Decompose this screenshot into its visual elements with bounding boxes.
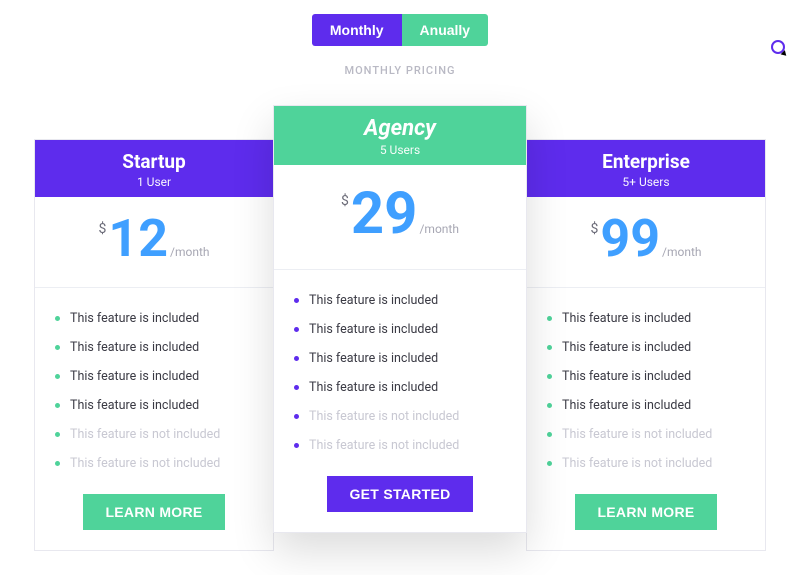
bullet-icon <box>547 461 552 466</box>
plan-users: 5 Users <box>274 143 526 157</box>
learn-more-button[interactable]: LEARN MORE <box>575 494 716 530</box>
list-item: This feature is included <box>294 344 506 373</box>
list-item: This feature is included <box>55 304 253 333</box>
price-currency: $ <box>341 193 349 209</box>
bullet-icon <box>294 385 299 390</box>
feature-text: This feature is included <box>70 369 199 384</box>
price-period: /month <box>419 222 458 236</box>
cta-wrap: LEARN MORE <box>35 484 273 550</box>
feature-text: This feature is included <box>562 398 691 413</box>
bullet-icon <box>294 443 299 448</box>
bullet-icon <box>547 374 552 379</box>
feature-text: This feature is included <box>309 322 438 337</box>
bullet-icon <box>55 432 60 437</box>
toggle-annually[interactable]: Anually <box>402 14 489 46</box>
list-item: This feature is included <box>547 391 745 420</box>
feature-text: This feature is included <box>70 340 199 355</box>
list-item: This feature is included <box>547 333 745 362</box>
bullet-icon <box>55 374 60 379</box>
price-currency: $ <box>98 221 106 237</box>
feature-list: This feature is included This feature is… <box>274 270 526 466</box>
bullet-icon <box>547 345 552 350</box>
list-item: This feature is not included <box>547 449 745 478</box>
plan-price: $12/month <box>35 197 273 288</box>
list-item: This feature is included <box>294 373 506 402</box>
bullet-icon <box>294 298 299 303</box>
plan-price: $99/month <box>527 197 765 288</box>
feature-text: This feature is not included <box>70 427 220 442</box>
feature-text: This feature is included <box>562 340 691 355</box>
price-period: /month <box>170 245 209 259</box>
feature-text: This feature is included <box>70 398 199 413</box>
feature-list: This feature is included This feature is… <box>35 288 273 484</box>
cursor-icon <box>771 40 785 54</box>
plan-users: 5+ Users <box>527 175 765 189</box>
feature-text: This feature is not included <box>309 409 459 424</box>
bullet-icon <box>55 316 60 321</box>
billing-toggle-group: Monthly Anually <box>312 14 488 46</box>
pricing-subtitle: MONTHLY PRICING <box>0 64 800 77</box>
feature-text: This feature is included <box>309 293 438 308</box>
price-period: /month <box>662 245 701 259</box>
plan-title: Agency <box>274 116 526 141</box>
pricing-plans: Startup 1 User $12/month This feature is… <box>0 105 800 551</box>
list-item: This feature is included <box>547 362 745 391</box>
feature-text: This feature is not included <box>309 438 459 453</box>
plan-title: Startup <box>35 150 273 173</box>
feature-text: This feature is not included <box>562 427 712 442</box>
toggle-monthly[interactable]: Monthly <box>312 14 402 46</box>
learn-more-button[interactable]: LEARN MORE <box>83 494 224 530</box>
plan-users: 1 User <box>35 175 273 189</box>
cta-wrap: GET STARTED <box>274 466 526 532</box>
cta-wrap: LEARN MORE <box>527 484 765 550</box>
bullet-icon <box>547 403 552 408</box>
price-amount: 99 <box>600 213 660 265</box>
plan-title: Enterprise <box>527 150 765 173</box>
feature-text: This feature is not included <box>70 456 220 471</box>
feature-text: This feature is included <box>309 380 438 395</box>
plan-header: Startup 1 User <box>35 140 273 197</box>
list-item: This feature is not included <box>294 431 506 460</box>
plan-agency: Agency 5 Users $29/month This feature is… <box>273 105 527 533</box>
price-amount: 12 <box>108 213 168 265</box>
bullet-icon <box>294 327 299 332</box>
list-item: This feature is not included <box>547 420 745 449</box>
feature-text: This feature is not included <box>562 456 712 471</box>
bullet-icon <box>294 414 299 419</box>
plan-header: Enterprise 5+ Users <box>527 140 765 197</box>
bullet-icon <box>547 432 552 437</box>
feature-text: This feature is included <box>309 351 438 366</box>
list-item: This feature is not included <box>55 449 253 478</box>
price-currency: $ <box>590 221 598 237</box>
feature-text: This feature is included <box>562 311 691 326</box>
plan-startup: Startup 1 User $12/month This feature is… <box>34 139 274 551</box>
list-item: This feature is included <box>294 315 506 344</box>
bullet-icon <box>547 316 552 321</box>
list-item: This feature is not included <box>294 402 506 431</box>
plan-enterprise: Enterprise 5+ Users $99/month This featu… <box>526 139 766 551</box>
plan-header: Agency 5 Users <box>274 106 526 165</box>
plan-price: $29/month <box>274 165 526 270</box>
bullet-icon <box>55 345 60 350</box>
list-item: This feature is included <box>55 362 253 391</box>
list-item: This feature is included <box>55 391 253 420</box>
bullet-icon <box>294 356 299 361</box>
feature-text: This feature is included <box>562 369 691 384</box>
feature-list: This feature is included This feature is… <box>527 288 765 484</box>
list-item: This feature is included <box>55 333 253 362</box>
bullet-icon <box>55 403 60 408</box>
billing-toggle: Monthly Anually <box>0 0 800 46</box>
list-item: This feature is included <box>294 286 506 315</box>
list-item: This feature is included <box>547 304 745 333</box>
feature-text: This feature is included <box>70 311 199 326</box>
price-amount: 29 <box>351 185 418 243</box>
list-item: This feature is not included <box>55 420 253 449</box>
get-started-button[interactable]: GET STARTED <box>327 476 472 512</box>
bullet-icon <box>55 461 60 466</box>
